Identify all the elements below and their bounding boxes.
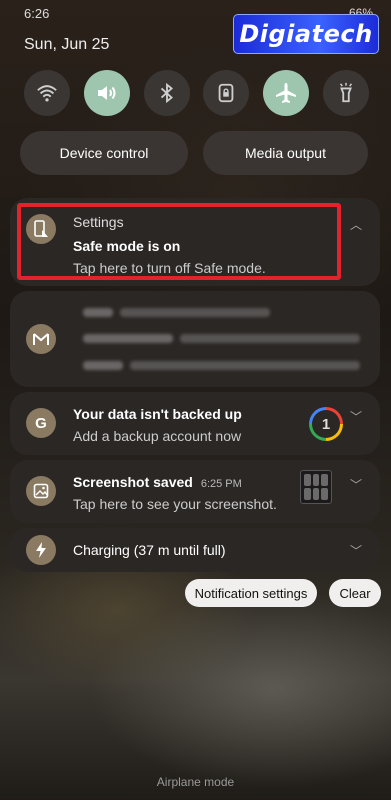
- gmail-app-icon: [26, 324, 56, 354]
- notification-title: Your data isn't backed up: [73, 406, 242, 422]
- battery-app-icon: [26, 535, 56, 565]
- blurred-line: [180, 334, 360, 343]
- notification-text: Add a backup account now: [73, 428, 242, 444]
- backup-notification[interactable]: G Your data isn't backed up Add a backup…: [10, 392, 380, 455]
- flashlight-icon: [339, 82, 353, 103]
- notification-text: Tap here to see your screenshot.: [73, 496, 277, 512]
- quick-settings-row: [24, 70, 369, 116]
- lightning-icon: [36, 542, 46, 558]
- status-time: 6:26: [24, 6, 50, 21]
- notification-title: Screenshot saved: [73, 474, 193, 490]
- notification-title: Charging (37 m until full): [73, 542, 226, 558]
- airplane-mode-label: Airplane mode: [156, 775, 235, 789]
- thumb-cell: [304, 488, 311, 500]
- gallery-app-icon: [26, 476, 56, 506]
- rotation-lock-icon: [219, 83, 234, 103]
- blurred-line: [130, 361, 360, 370]
- thumb-cell: [321, 488, 328, 500]
- screenshot-thumbnail[interactable]: [300, 470, 332, 504]
- blurred-line: [83, 308, 113, 317]
- watermark-logo: Digiatech: [233, 14, 379, 54]
- image-icon: [33, 483, 49, 499]
- google-one-badge: 1: [312, 410, 340, 438]
- collapse-chevron-icon[interactable]: ︿: [350, 216, 362, 233]
- clear-button[interactable]: Clear: [329, 579, 381, 607]
- mail-icon: [33, 333, 49, 345]
- thumb-cell: [304, 474, 311, 486]
- sound-toggle[interactable]: [83, 70, 130, 116]
- blurred-line: [120, 308, 270, 317]
- bluetooth-icon: [160, 82, 173, 104]
- gmail-notification[interactable]: [10, 291, 380, 387]
- airplane-icon: [276, 83, 297, 103]
- expand-chevron-icon[interactable]: ﹀: [350, 408, 362, 425]
- notification-title-row: Screenshot saved 6:25 PM: [73, 474, 242, 490]
- wifi-icon: [37, 85, 57, 102]
- rotation-lock-toggle[interactable]: [203, 70, 250, 116]
- charging-notification[interactable]: Charging (37 m until full) ﹀: [10, 528, 380, 572]
- notification-settings-button[interactable]: Notification settings: [185, 579, 317, 607]
- flashlight-toggle[interactable]: [322, 70, 369, 116]
- expand-chevron-icon[interactable]: ﹀: [350, 542, 362, 559]
- speaker-icon: [97, 86, 116, 100]
- bluetooth-toggle[interactable]: [143, 70, 190, 116]
- notification-time: 6:25 PM: [200, 478, 242, 490]
- google-one-icon: 1: [309, 407, 343, 441]
- blurred-line: [83, 361, 123, 370]
- airplane-toggle[interactable]: [263, 70, 310, 116]
- date-label: Sun, Jun 25: [24, 36, 110, 53]
- device-control-button[interactable]: Device control: [20, 131, 188, 175]
- media-output-button[interactable]: Media output: [203, 131, 368, 175]
- highlight-box: [17, 203, 341, 280]
- thumb-cell: [312, 488, 320, 500]
- wifi-toggle[interactable]: [24, 70, 70, 116]
- thumb-cell: [321, 474, 328, 486]
- google-app-icon: G: [26, 408, 56, 438]
- screenshot-notification[interactable]: Screenshot saved 6:25 PM Tap here to see …: [10, 460, 380, 523]
- expand-chevron-icon[interactable]: ﹀: [350, 476, 362, 493]
- thumb-cell: [312, 474, 320, 486]
- blurred-line: [83, 334, 173, 343]
